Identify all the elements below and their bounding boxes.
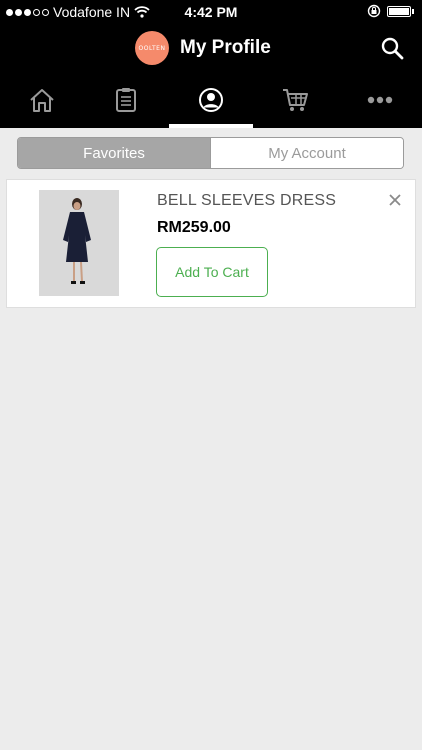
rotation-lock-icon (367, 4, 381, 18)
tab-orders[interactable] (84, 72, 168, 128)
clock: 4:42 PM (184, 4, 238, 20)
search-icon[interactable] (380, 36, 404, 60)
status-bar: Vodafone IN 4:42 PM (0, 0, 422, 24)
tab-cart[interactable] (253, 72, 337, 128)
battery-icon (387, 5, 411, 17)
segment-favorites[interactable]: Favorites (18, 138, 210, 168)
product-name[interactable]: BELL SLEEVES DRESS (157, 192, 336, 210)
status-icons (367, 4, 414, 18)
product-price: RM259.00 (157, 219, 231, 236)
app-header: OOLTEN My Profile (0, 24, 422, 72)
page-title: My Profile (180, 37, 271, 58)
profile-segmented-control: Favorites My Account (17, 137, 404, 169)
favorite-item-card[interactable]: BELL SLEEVES DRESS RM259.00 Add To Cart (6, 179, 416, 308)
profile-icon (199, 88, 223, 112)
add-to-cart-button[interactable]: Add To Cart (156, 247, 268, 297)
remove-favorite-icon[interactable] (389, 194, 401, 206)
dress-photo (39, 190, 119, 296)
segment-my-account[interactable]: My Account (210, 138, 403, 168)
tab-bar (0, 72, 422, 128)
tab-profile[interactable] (169, 72, 253, 128)
tab-home[interactable] (0, 72, 84, 128)
more-icon (367, 96, 393, 104)
cart-icon (283, 89, 308, 111)
brand-logo: OOLTEN (135, 31, 169, 65)
clipboard-icon (116, 88, 136, 112)
tab-more[interactable] (338, 72, 422, 128)
product-image[interactable] (39, 190, 119, 296)
home-icon (30, 89, 54, 112)
